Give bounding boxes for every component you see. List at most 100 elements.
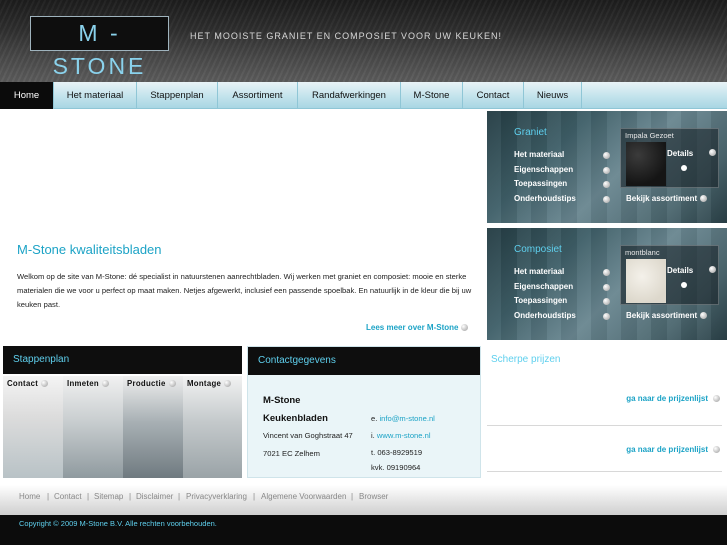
company-name: M-Stone xyxy=(263,395,301,406)
footer-separator: | xyxy=(351,492,354,501)
composiet-link-eigenschappen[interactable]: Eigenschappen xyxy=(514,280,610,295)
copyright-text: Copyright © 2009 M-Stone B.V. Alle recht… xyxy=(19,519,217,528)
footer-link-disclaimer[interactable]: Disclaimer xyxy=(136,492,173,501)
step-contact-label[interactable]: Contact xyxy=(7,379,38,388)
link-label[interactable]: Onderhoudstips xyxy=(514,311,576,320)
link-label[interactable]: Eigenschappen xyxy=(514,165,573,174)
bullet-icon xyxy=(700,312,707,319)
step-label[interactable]: Inmeten xyxy=(67,379,109,388)
step-inmeten-label[interactable]: Inmeten xyxy=(67,379,99,388)
link-label[interactable]: Het materiaal xyxy=(514,267,564,276)
link-label[interactable]: Het materiaal xyxy=(514,150,564,159)
step-label[interactable]: Contact xyxy=(7,379,49,388)
bullet-icon xyxy=(603,166,610,174)
graniet-link-toepassingen[interactable]: Toepassingen xyxy=(514,177,610,192)
footer-separator: | xyxy=(178,492,181,501)
contact-phone: t. 063-8929519 xyxy=(371,448,423,457)
composiet-panel: Composiet Het materiaal Eigenschappen To… xyxy=(487,228,727,340)
footer-separator: | xyxy=(47,492,50,501)
step-inmeten[interactable]: Inmeten xyxy=(63,376,123,478)
footer-link-sitemap[interactable]: Sitemap xyxy=(94,492,123,501)
stappenplan-steps: Contact Inmeten Productie Montage xyxy=(3,376,242,478)
nav-assortiment[interactable]: Assortiment xyxy=(218,82,298,109)
graniet-link-onderhoudstips[interactable]: Onderhoudstips xyxy=(514,192,610,207)
footer-separator: | xyxy=(129,492,132,501)
step-label[interactable]: Montage xyxy=(187,379,232,388)
step-montage[interactable]: Montage xyxy=(183,376,242,478)
bullet-icon xyxy=(41,380,49,388)
bullet-icon xyxy=(603,283,610,291)
pricelist-link-2[interactable]: ga naar de prijzenlijst xyxy=(626,445,708,454)
graniet-link-eigenschappen[interactable]: Eigenschappen xyxy=(514,163,610,178)
address-street: Vincent van Goghstraat 47 xyxy=(263,431,353,440)
contact-website: i. www.m-stone.nl xyxy=(371,431,431,440)
site-logo[interactable]: M - STONE xyxy=(30,16,169,79)
nav-contact[interactable]: Contact xyxy=(463,82,524,109)
link-label[interactable]: Toepassingen xyxy=(514,179,567,188)
step-productie[interactable]: Productie xyxy=(123,376,183,478)
graniet-swatch[interactable] xyxy=(626,142,666,186)
link-label[interactable]: Onderhoudstips xyxy=(514,194,576,203)
nav-nieuws[interactable]: Nieuws xyxy=(524,82,582,109)
composiet-swatch[interactable] xyxy=(626,259,666,303)
footer-link-contact[interactable]: Contact xyxy=(54,492,82,501)
main-nav: Home Het materiaal Stappenplan Assortime… xyxy=(0,82,727,109)
read-more-link[interactable]: Lees meer over M-Stone xyxy=(366,323,469,332)
bullet-icon xyxy=(700,195,707,202)
intro-text: Welkom op de site van M-Stone: dé specia… xyxy=(17,272,472,309)
composiet-details-link[interactable]: Details xyxy=(667,266,693,275)
nav-randafwerkingen[interactable]: Randafwerkingen xyxy=(298,82,401,109)
nav-het-materiaal[interactable]: Het materiaal xyxy=(54,82,137,109)
email-prefix: e. xyxy=(371,414,378,423)
contact-email: e. info@m-stone.nl xyxy=(371,414,435,423)
copyright-bar: Copyright © 2009 M-Stone B.V. Alle recht… xyxy=(0,515,727,545)
sample-name: Impala Gezoet xyxy=(625,131,674,140)
step-productie-label[interactable]: Productie xyxy=(127,379,166,388)
bullet-icon xyxy=(709,266,716,273)
pricelist-link-1[interactable]: ga naar de prijzenlijst xyxy=(626,394,708,403)
nav-home[interactable]: Home xyxy=(0,82,54,109)
step-label[interactable]: Productie xyxy=(127,379,176,388)
footer-link-privacy[interactable]: Privacyverklaring xyxy=(186,492,247,501)
zoom-icon[interactable] xyxy=(681,165,687,171)
graniet-assortiment-link[interactable]: Bekijk assortiment xyxy=(626,194,697,203)
bullet-icon xyxy=(603,298,610,305)
nav-stappenplan[interactable]: Stappenplan xyxy=(137,82,218,109)
nav-m-stone[interactable]: M-Stone xyxy=(401,82,463,109)
website-link[interactable]: www.m-stone.nl xyxy=(377,431,431,440)
composiet-link-materiaal[interactable]: Het materiaal xyxy=(514,265,610,280)
contact-header: Contactgegevens xyxy=(248,347,480,375)
bullet-icon xyxy=(603,181,610,188)
web-prefix: i. xyxy=(371,431,375,440)
site-tagline: HET MOOISTE GRANIET EN COMPOSIET VOOR UW… xyxy=(190,31,503,41)
composiet-assortiment-link[interactable]: Bekijk assortiment xyxy=(626,311,697,320)
email-link[interactable]: info@m-stone.nl xyxy=(379,414,434,423)
bullet-icon xyxy=(224,380,232,388)
footer-link-browser[interactable]: Browser xyxy=(359,492,388,501)
footer-link-voorwaarden[interactable]: Algemene Voorwaarden xyxy=(261,492,346,501)
footer-links: Home | Contact | Sitemap | Disclaimer | … xyxy=(0,485,727,515)
bullet-icon xyxy=(603,269,610,276)
link-label[interactable]: Toepassingen xyxy=(514,296,567,305)
stappenplan-header: Stappenplan xyxy=(3,346,242,374)
composiet-sample[interactable]: montblanc Details xyxy=(620,245,719,305)
zoom-icon[interactable] xyxy=(681,282,687,288)
price-row-1: ga naar de prijzenlijst xyxy=(487,384,722,426)
read-more-label[interactable]: Lees meer over M-Stone xyxy=(366,323,458,332)
graniet-details-link[interactable]: Details xyxy=(667,149,693,158)
composiet-link-toepassingen[interactable]: Toepassingen xyxy=(514,294,610,309)
prices-title: Scherpe prijzen xyxy=(491,354,561,365)
step-montage-label[interactable]: Montage xyxy=(187,379,221,388)
composiet-link-onderhoudstips[interactable]: Onderhoudstips xyxy=(514,309,610,324)
bullet-icon xyxy=(461,324,469,332)
bullet-icon xyxy=(713,446,720,453)
bullet-icon xyxy=(168,380,176,388)
graniet-link-materiaal[interactable]: Het materiaal xyxy=(514,148,610,163)
link-label[interactable]: Eigenschappen xyxy=(514,282,573,291)
footer-link-home[interactable]: Home xyxy=(19,492,40,501)
graniet-sample[interactable]: Impala Gezoet Details xyxy=(620,128,719,188)
composiet-links: Het materiaal Eigenschappen Toepassingen… xyxy=(514,265,610,323)
bullet-icon xyxy=(713,395,720,402)
step-contact[interactable]: Contact xyxy=(3,376,63,478)
composiet-title: Composiet xyxy=(514,244,562,255)
